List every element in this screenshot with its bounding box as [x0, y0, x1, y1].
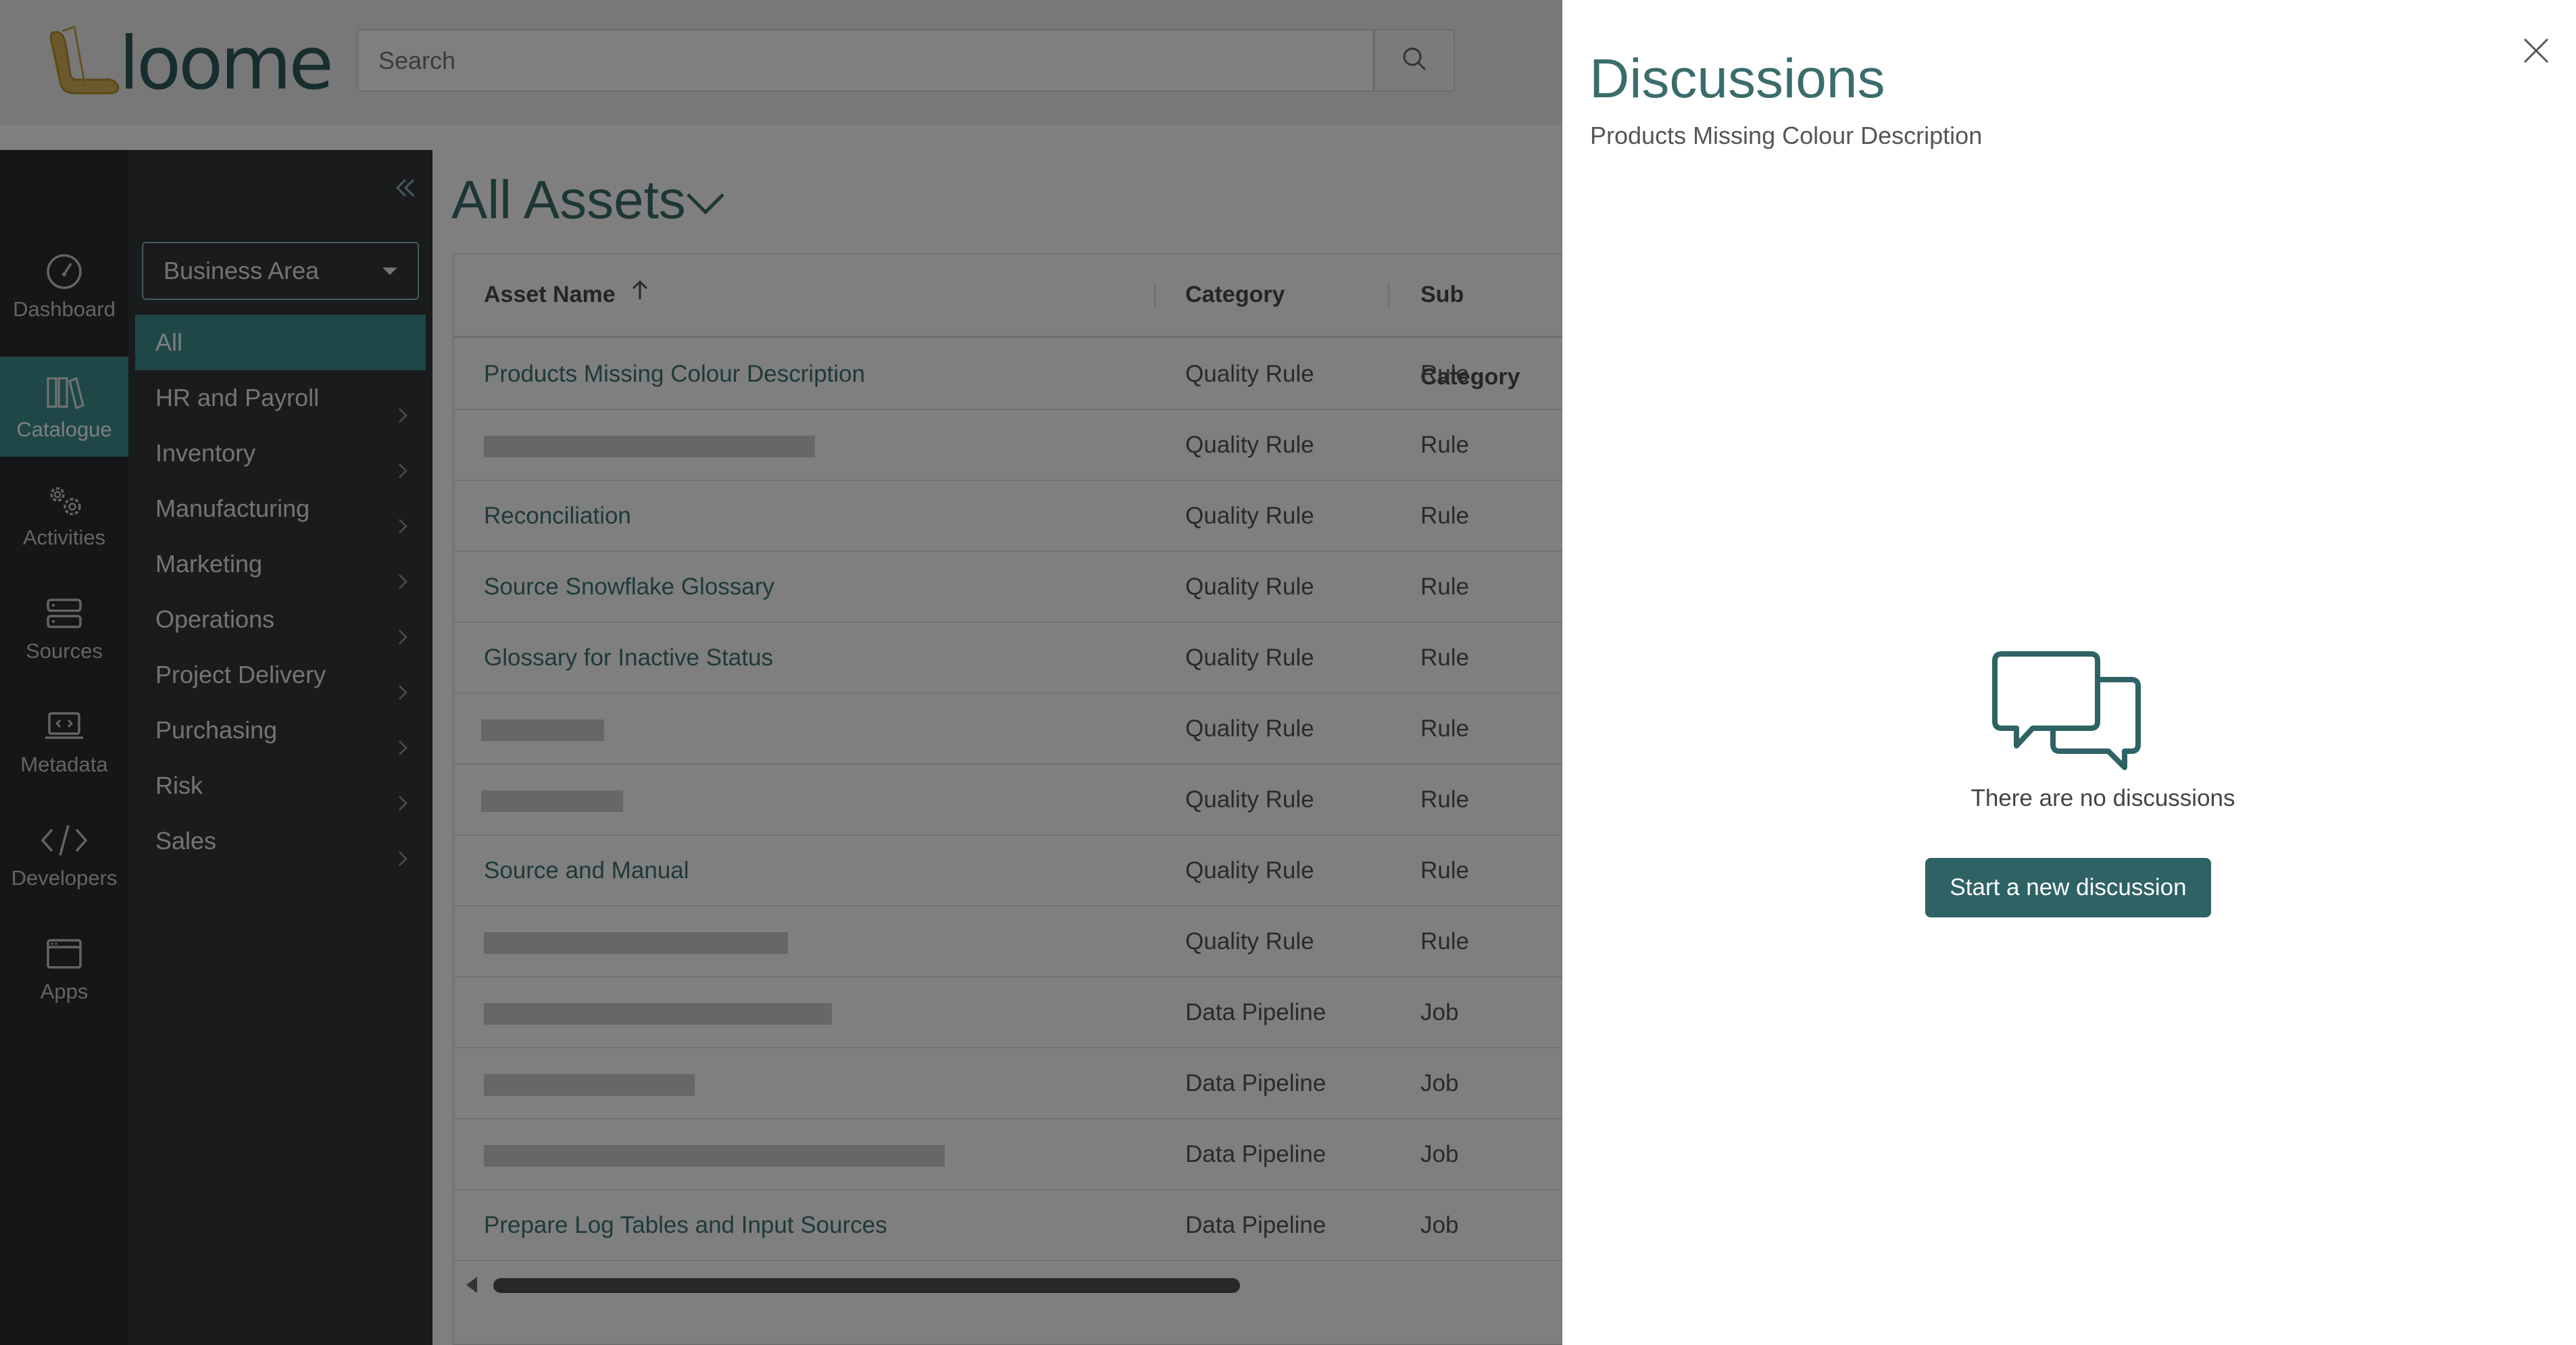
chat-bubbles-icon: [1992, 649, 2146, 776]
close-icon: [2519, 38, 2553, 70]
close-button[interactable]: [2519, 34, 2553, 68]
empty-state-message: There are no discussions: [1971, 785, 2235, 811]
start-new-discussion-button[interactable]: Start a new discussion: [1925, 858, 2211, 917]
drawer-title: Discussions: [1589, 48, 1885, 109]
drawer-subtitle: Products Missing Colour Description: [1590, 122, 1983, 149]
modal-backdrop[interactable]: [0, 0, 1562, 1345]
